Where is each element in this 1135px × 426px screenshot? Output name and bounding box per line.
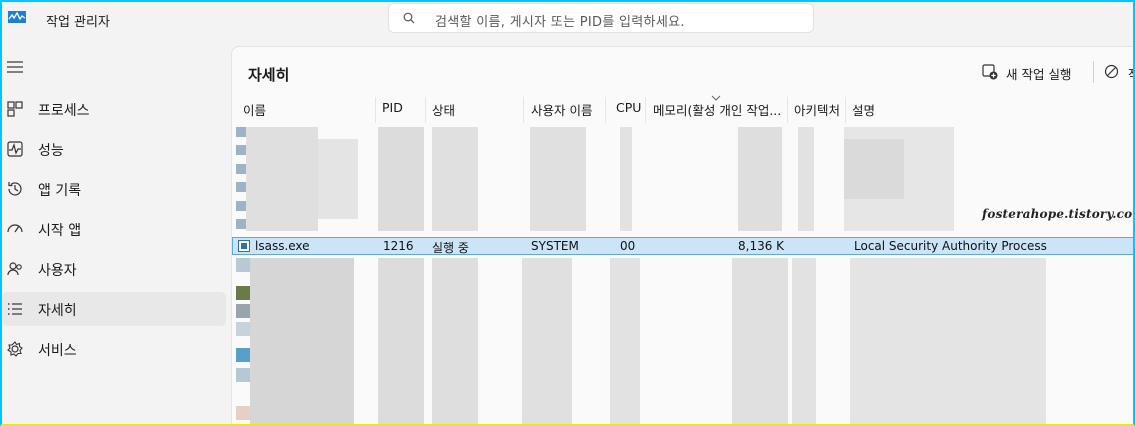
sidebar-item-label: 서비스 <box>38 343 77 359</box>
run-new-task-button[interactable]: 새 작업 실행 <box>980 59 1084 85</box>
toolbar-divider <box>1093 61 1094 83</box>
search-icon <box>403 12 415 24</box>
process-user: SYSTEM <box>531 239 579 253</box>
sidebar-item-label: 사용자 <box>38 263 77 279</box>
process-icon <box>236 127 246 137</box>
sidebar-item-label: 시작 앱 <box>38 223 82 239</box>
search-input[interactable]: 검색할 이름, 게시자 또는 PID를 입력하세요. <box>435 11 685 30</box>
sidebar-item-label: 성능 <box>38 143 64 159</box>
column-header-pid[interactable]: PID <box>382 100 403 115</box>
end-task-label: 작 <box>1128 64 1133 83</box>
sidebar-item-services[interactable]: 서비스 <box>2 332 226 366</box>
sidebar-item-details[interactable]: 자세히 <box>2 292 226 326</box>
run-new-task-label: 새 작업 실행 <box>1006 67 1072 82</box>
end-task-button[interactable]: 작 <box>1102 59 1133 85</box>
column-divider[interactable] <box>523 97 524 123</box>
new-task-icon <box>982 64 998 80</box>
process-pid: 1216 <box>383 239 414 253</box>
process-table: lsass.exe 1216 실행 중 SYSTEM 00 8,136 K Lo… <box>232 125 1133 424</box>
sidebar-item-startup-apps[interactable]: 시작 앱 <box>2 212 226 246</box>
process-icon <box>238 240 250 252</box>
app-history-icon <box>8 182 22 196</box>
column-header-description[interactable]: 설명 <box>852 100 875 119</box>
search-box[interactable]: 검색할 이름, 게시자 또는 PID를 입력하세요. <box>388 3 814 33</box>
users-icon <box>7 262 22 276</box>
column-divider[interactable] <box>787 97 788 123</box>
app-title: 작업 관리자 <box>46 15 110 30</box>
column-header-status[interactable]: 상태 <box>432 100 455 119</box>
process-icon <box>236 164 246 174</box>
blurred-content <box>232 256 1133 424</box>
sidebar-item-users[interactable]: 사용자 <box>2 252 226 286</box>
column-header-architecture[interactable]: 아키텍처 <box>794 100 840 119</box>
table-row-selected[interactable]: lsass.exe 1216 실행 중 SYSTEM 00 8,136 K Lo… <box>232 237 1133 255</box>
column-header-cpu[interactable]: CPU <box>616 100 641 115</box>
column-divider[interactable] <box>375 97 376 123</box>
sidebar-item-label: 자세히 <box>38 303 77 319</box>
processes-icon <box>7 101 23 117</box>
column-divider[interactable] <box>645 97 646 123</box>
column-header-memory[interactable]: 메모리(활성 개인 작업... <box>653 100 786 119</box>
process-icon <box>236 182 246 192</box>
column-divider[interactable] <box>425 97 426 123</box>
process-icon <box>236 219 246 229</box>
details-panel: 자세히 새 작업 실행 작 이름 PID 상태 사용자 이름 CPU <box>231 46 1133 424</box>
process-icon <box>236 201 246 211</box>
sidebar-item-performance[interactable]: 성능 <box>2 132 226 166</box>
column-header-user[interactable]: 사용자 이름 <box>531 100 592 119</box>
services-icon <box>7 341 23 357</box>
column-header-name[interactable]: 이름 <box>243 100 266 119</box>
performance-icon <box>7 141 23 157</box>
process-icon <box>236 145 246 155</box>
process-description: Local Security Authority Process <box>854 239 1047 253</box>
menu-icon[interactable] <box>7 60 23 74</box>
column-divider[interactable] <box>605 97 606 123</box>
page-title: 자세히 <box>248 66 290 84</box>
sidebar-item-app-history[interactable]: 앱 기록 <box>2 172 226 206</box>
task-manager-icon <box>8 11 26 23</box>
details-icon <box>8 303 22 315</box>
watermark: fosterahope.tistory.com <box>982 207 1135 221</box>
sidebar-item-label: 앱 기록 <box>38 183 82 199</box>
process-status: 실행 중 <box>432 241 469 255</box>
end-task-icon <box>1104 64 1119 79</box>
column-divider[interactable] <box>845 97 846 123</box>
sidebar-item-processes[interactable]: 프로세스 <box>2 92 226 126</box>
startup-apps-icon <box>7 224 23 233</box>
process-cpu: 00 <box>620 239 636 253</box>
process-memory: 8,136 K <box>738 239 785 253</box>
task-manager-window: 작업 관리자 검색할 이름, 게시자 또는 PID를 입력하세요. 프로세스 성… <box>0 0 1135 426</box>
sidebar-item-label: 프로세스 <box>38 103 90 119</box>
process-name: lsass.exe <box>255 239 310 253</box>
title-bar: 작업 관리자 검색할 이름, 게시자 또는 PID를 입력하세요. <box>2 2 1133 38</box>
